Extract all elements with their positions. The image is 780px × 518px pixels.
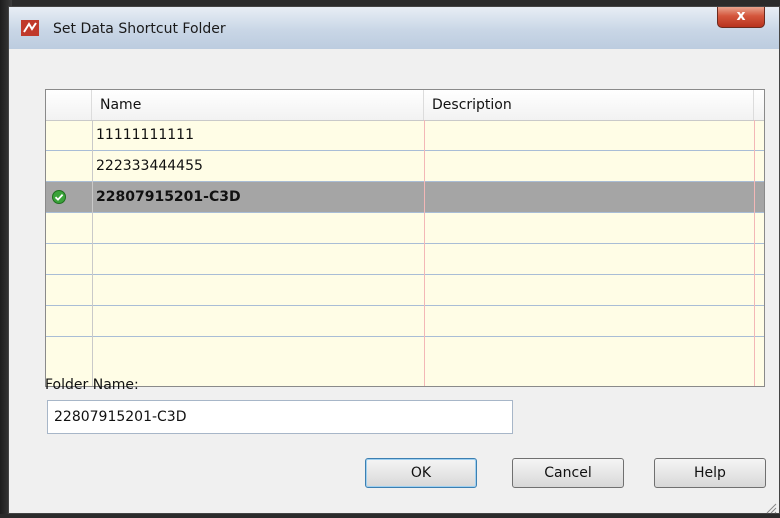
column-header-name[interactable]: Name [92,90,424,120]
column-divider [92,120,93,386]
column-header-description[interactable]: Description [424,90,754,120]
folder-grid: Name Description 11111111111 222333444455… [45,89,765,387]
ok-button[interactable]: OK [365,458,477,488]
close-icon: x [736,8,746,24]
title-bar: Set Data Shortcut Folder x [9,7,779,50]
dialog-window: Set Data Shortcut Folder x Name Descript… [8,6,780,514]
column-divider [754,120,755,386]
window-title: Set Data Shortcut Folder [53,21,226,37]
cancel-button[interactable]: Cancel [512,458,624,488]
cell-description [426,182,752,212]
empty-table-row[interactable] [46,306,764,337]
app-icon [21,20,39,36]
column-divider [424,120,425,386]
empty-table-row[interactable] [46,244,764,275]
resize-grip-icon[interactable] [765,499,777,514]
cell-description [426,151,752,181]
cell-name: 222333444455 [96,158,203,174]
help-button[interactable]: Help [654,458,766,488]
table-row[interactable]: 11111111111 [46,120,764,151]
cell-description [426,120,752,150]
folder-name-input[interactable] [47,400,513,434]
grid-header: Name Description [46,90,764,121]
empty-table-row[interactable] [46,213,764,244]
folder-name-label: Folder Name: [45,377,139,393]
cell-name: 22807915201-C3D [96,189,241,205]
row-marker-header [46,90,92,120]
current-folder-check-icon [52,190,66,204]
dialog-body: Name Description 11111111111 222333444455… [9,49,779,514]
empty-table-row[interactable] [46,275,764,306]
table-row[interactable]: 22807915201-C3D [46,182,764,213]
close-button[interactable]: x [717,7,765,28]
cell-name: 11111111111 [96,127,194,143]
table-row[interactable]: 222333444455 [46,151,764,182]
